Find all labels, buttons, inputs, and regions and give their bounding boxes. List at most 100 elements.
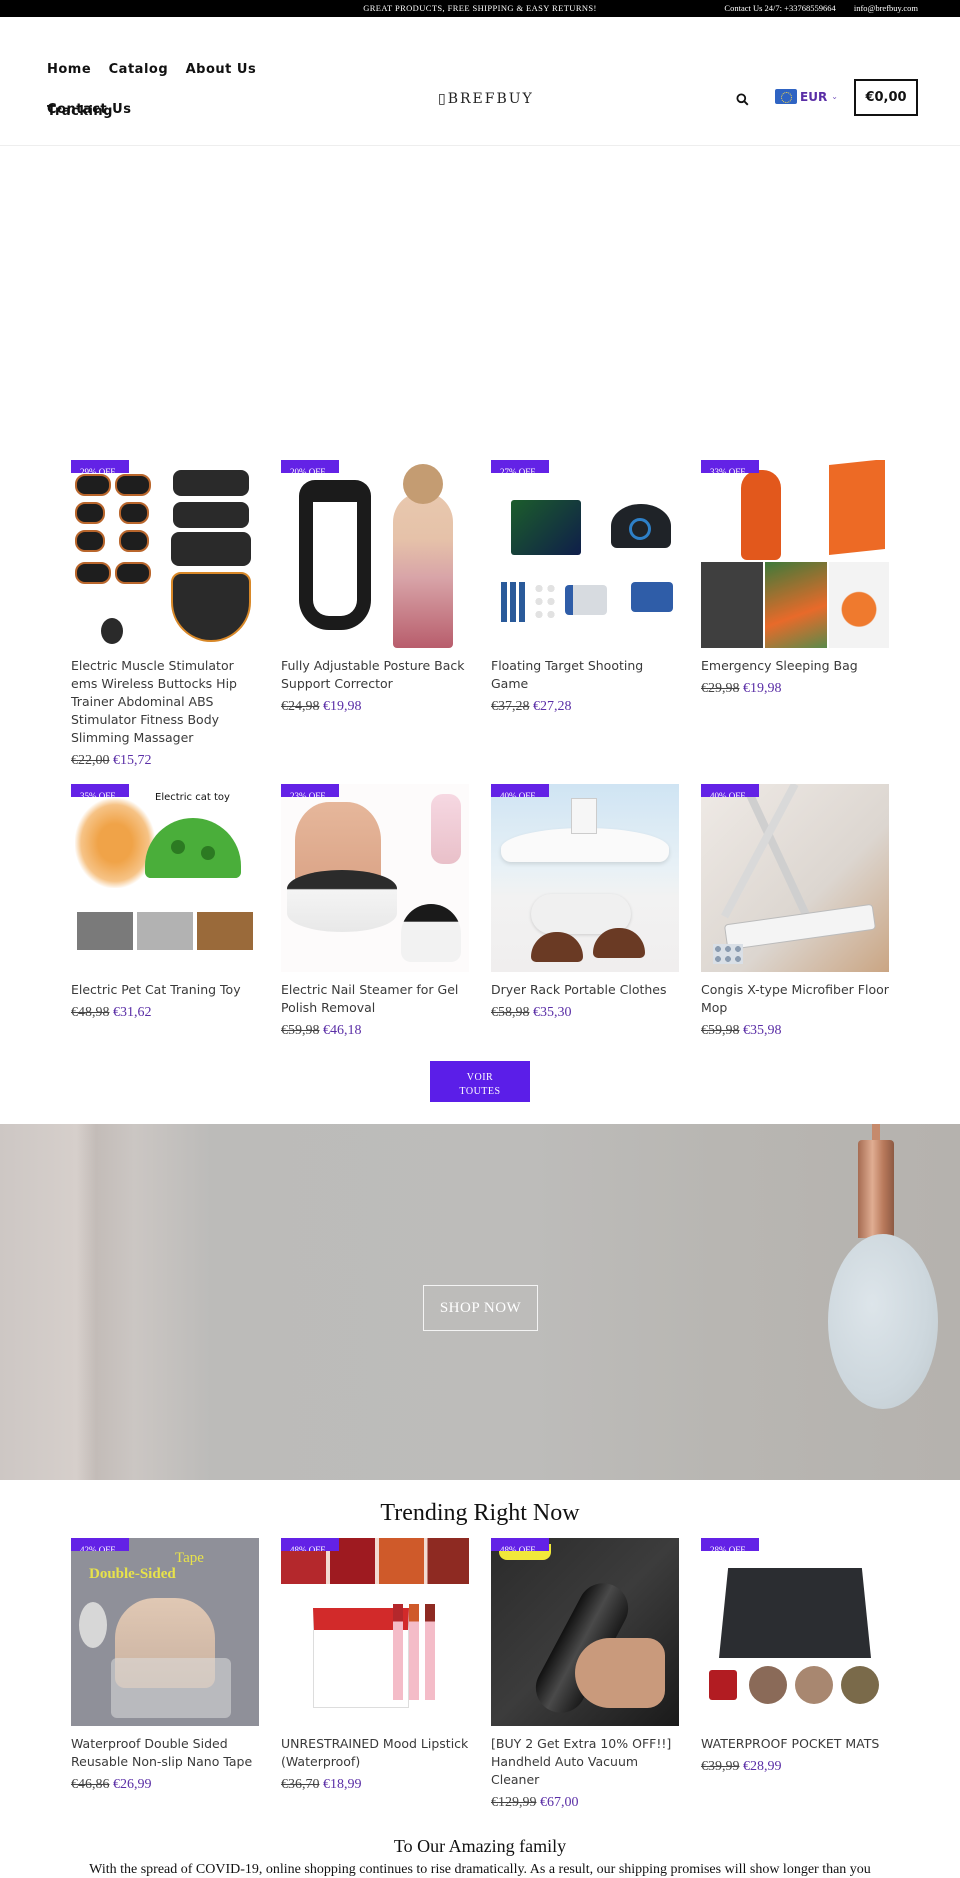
cart-total: €0,00 [865, 90, 907, 105]
compare-at-price: €36,70 [281, 1777, 320, 1792]
product-card[interactable]: 48% OFF [BUY 2 Get Extra 10% OFF!!] Hand… [491, 1538, 679, 1811]
product-card[interactable]: 28% OFF WATERPROOF POCKET MATS €39,99 €2… [701, 1538, 889, 1811]
discount-badge: 28% OFF [701, 1538, 759, 1551]
chevron-down-icon: ⌄ [831, 92, 838, 101]
product-title[interactable]: Electric Nail Steamer for Gel Polish Rem… [281, 981, 469, 1017]
nav-about-us[interactable]: About Us [186, 61, 257, 79]
product-price: €39,99 €28,99 [701, 1759, 889, 1775]
featured-products-grid: 29% OFF Electric Muscle Stimulator ems W… [71, 460, 889, 769]
trending-section-title: Trending Right Now [380, 1500, 580, 1526]
product-card[interactable]: 48% OFF UNRESTRAINED Mood Lipstick (Wate… [281, 1538, 469, 1811]
compare-at-price: €37,28 [491, 699, 530, 714]
product-title[interactable]: Fully Adjustable Posture Back Support Co… [281, 657, 469, 693]
sale-price: €28,99 [743, 1759, 782, 1774]
product-card[interactable]: Tape Double-Sided 42% OFF Waterproof Dou… [71, 1538, 259, 1811]
product-card[interactable]: 33% OFF Emergency Sleeping Bag €29,98 €1… [701, 460, 889, 769]
product-title[interactable]: Emergency Sleeping Bag [701, 657, 889, 675]
product-title[interactable]: UNRESTRAINED Mood Lipstick (Waterproof) [281, 1735, 469, 1771]
shop-now-button[interactable]: SHOP NOW [423, 1285, 538, 1331]
product-card[interactable]: Electric cat toy 35% OFF Electric Pet Ca… [71, 784, 259, 1039]
product-image[interactable]: 40% OFF [491, 784, 679, 972]
nav-home[interactable]: Home [47, 61, 91, 79]
product-image[interactable]: 48% OFF [281, 1538, 469, 1726]
family-section-text: With the spread of COVID-19, online shop… [89, 1862, 871, 1877]
product-card[interactable]: 40% OFF Dryer Rack Portable Clothes €58,… [491, 784, 679, 1039]
compare-at-price: €46,86 [71, 1777, 110, 1792]
product-price: €37,28 €27,28 [491, 699, 679, 715]
discount-badge: 27% OFF [491, 460, 549, 473]
cart-button[interactable]: €0,00 [854, 79, 918, 116]
currency-code: EUR [800, 89, 828, 104]
contact-info: Contact Us 24/7: +33768559664 info@brefb… [708, 3, 918, 13]
sale-price: €15,72 [113, 753, 152, 768]
product-price: €48,98 €31,62 [71, 1005, 259, 1021]
sale-price: €18,99 [323, 1777, 362, 1792]
light-bulb [828, 1234, 938, 1409]
product-image[interactable]: 40% OFF [701, 784, 889, 972]
product-card[interactable]: 40% OFF Congis X-type Microfiber Floor M… [701, 784, 889, 1039]
product-price: €36,70 €18,99 [281, 1777, 469, 1793]
view-all-button[interactable]: VOIR TOUTES [430, 1061, 530, 1102]
discount-badge: 40% OFF [491, 784, 549, 797]
sale-price: €46,18 [323, 1023, 362, 1038]
product-image[interactable]: 20% OFF [281, 460, 469, 648]
product-image[interactable]: 28% OFF [701, 1538, 889, 1726]
sale-price: €27,28 [533, 699, 572, 714]
product-price: €58,98 €35,30 [491, 1005, 679, 1021]
product-price: €29,98 €19,98 [701, 681, 889, 697]
product-title[interactable]: Floating Target Shooting Game [491, 657, 679, 693]
product-price: €46,86 €26,99 [71, 1777, 259, 1793]
product-image[interactable]: Electric cat toy 35% OFF [71, 784, 259, 972]
currency-selector[interactable]: EUR ⌄ [775, 89, 838, 104]
product-image[interactable]: Tape Double-Sided 42% OFF [71, 1538, 259, 1726]
discount-badge: 42% OFF [71, 1538, 129, 1551]
featured-products-grid-row-2: Electric cat toy 35% OFF Electric Pet Ca… [71, 784, 889, 1039]
product-title[interactable]: Congis X-type Microfiber Floor Mop [701, 981, 889, 1017]
sale-price: €31,62 [113, 1005, 152, 1020]
search-icon[interactable] [736, 93, 749, 106]
sale-price: €35,98 [743, 1023, 782, 1038]
image-caption: Electric cat toy [155, 792, 230, 803]
product-image[interactable]: 33% OFF [701, 460, 889, 648]
compare-at-price: €29,98 [701, 681, 740, 696]
product-title[interactable]: Dryer Rack Portable Clothes [491, 981, 679, 999]
image-caption: Double-Sided [89, 1566, 176, 1582]
compare-at-price: €48,98 [71, 1005, 110, 1020]
nav-catalog[interactable]: Catalog [109, 61, 169, 79]
trending-products-grid: Tape Double-Sided 42% OFF Waterproof Dou… [71, 1538, 889, 1811]
discount-badge: 33% OFF [701, 460, 759, 473]
product-price: €22,00 €15,72 [71, 753, 259, 769]
product-image[interactable]: 23% OFF [281, 784, 469, 972]
sale-price: €19,98 [323, 699, 362, 714]
compare-at-price: €59,98 [281, 1023, 320, 1038]
product-card[interactable]: 20% OFF Fully Adjustable Posture Back Su… [281, 460, 469, 769]
nav-tracking[interactable]: Tracking [47, 103, 113, 121]
product-title[interactable]: Electric Pet Cat Traning Toy [71, 981, 259, 999]
discount-badge: 35% OFF [71, 784, 129, 797]
contact-phone[interactable]: Contact Us 24/7: +33768559664 [724, 3, 835, 13]
product-image[interactable]: 27% OFF [491, 460, 679, 648]
product-image[interactable]: 29% OFF [71, 460, 259, 648]
sale-price: €67,00 [540, 1795, 579, 1810]
product-title[interactable]: [BUY 2 Get Extra 10% OFF!!] Handheld Aut… [491, 1735, 679, 1789]
sale-price: €26,99 [113, 1777, 152, 1792]
discount-badge: 48% OFF [281, 1538, 339, 1551]
discount-badge: 48% OFF [491, 1538, 549, 1551]
sale-price: €35,30 [533, 1005, 572, 1020]
product-card[interactable]: 27% OFF Floating Target Shooting Game €3… [491, 460, 679, 769]
product-card[interactable]: 29% OFF Electric Muscle Stimulator ems W… [71, 460, 259, 769]
contact-email[interactable]: info@brefbuy.com [854, 3, 918, 13]
product-title[interactable]: Waterproof Double Sided Reusable Non-sli… [71, 1735, 259, 1771]
product-image[interactable]: 48% OFF [491, 1538, 679, 1726]
site-logo[interactable]: ▯BREFBUY [438, 91, 534, 107]
product-card[interactable]: 23% OFF Electric Nail Steamer for Gel Po… [281, 784, 469, 1039]
compare-at-price: €129,99 [491, 1795, 537, 1810]
product-title[interactable]: Electric Muscle Stimulator ems Wireless … [71, 657, 259, 747]
discount-badge: 20% OFF [281, 460, 339, 473]
product-title[interactable]: WATERPROOF POCKET MATS [701, 1735, 889, 1753]
product-price: €59,98 €46,18 [281, 1023, 469, 1039]
image-caption: Tape [175, 1550, 204, 1566]
announcement-bar: GREAT PRODUCTS, FREE SHIPPING & EASY RET… [0, 0, 960, 17]
eu-flag-icon [775, 89, 797, 104]
discount-badge: 23% OFF [281, 784, 339, 797]
